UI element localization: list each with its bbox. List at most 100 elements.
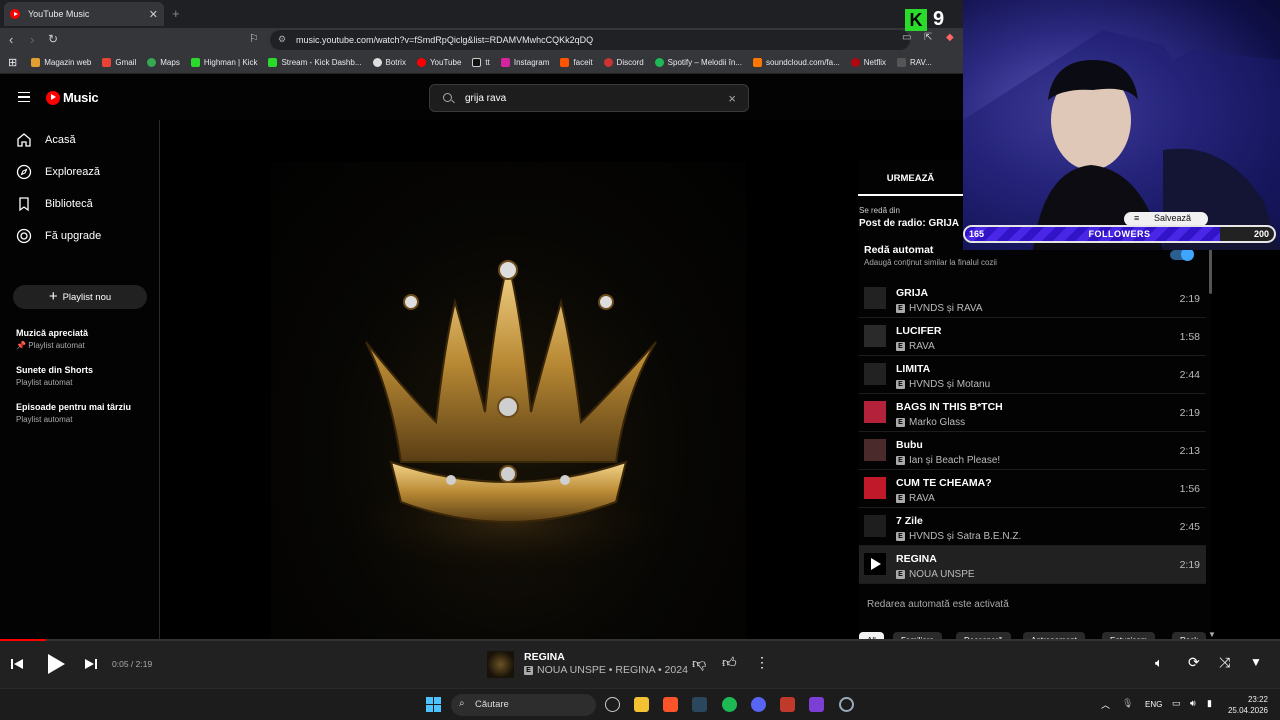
previous-icon[interactable]	[10, 657, 24, 671]
bookmark-item[interactable]: Highman | Kick	[190, 58, 257, 67]
discord-icon[interactable]	[751, 697, 766, 712]
steam-icon[interactable]	[692, 697, 707, 712]
bookmark-item[interactable]: Discord	[603, 58, 644, 67]
queue-row-active[interactable]: REGINA E NOUA UNSPE 2:19	[859, 546, 1206, 584]
network-icon[interactable]: ▭	[1172, 698, 1181, 709]
bookmark-item[interactable]: Stream - Kick Dashb...	[268, 58, 362, 67]
sidebar-item-home[interactable]: Acasă	[16, 132, 76, 148]
playlist-item[interactable]: Episoade pentru mai târziu Playlist auto…	[16, 402, 131, 424]
battery-icon[interactable]: ▮	[1207, 698, 1212, 709]
play-icon[interactable]	[44, 652, 68, 676]
tab-up-next[interactable]: URMEAZĂ	[858, 160, 963, 196]
windows-start-icon[interactable]	[426, 697, 441, 712]
bookmark-item[interactable]: Magazin web	[31, 58, 91, 67]
share-icon[interactable]: ⇱	[924, 32, 932, 43]
bookmark-item[interactable]: Botrix	[372, 58, 406, 67]
next-icon[interactable]	[84, 657, 98, 671]
reload-icon[interactable]: ↻	[48, 32, 58, 46]
queue-row[interactable]: LUCIFER E RAVA 1:58	[859, 318, 1206, 356]
track-artist[interactable]: RAVA	[909, 493, 935, 504]
bookmark-item[interactable]: faceit	[560, 58, 593, 67]
microphone-icon[interactable]: 🎙︎	[1122, 698, 1133, 709]
bookmark-item[interactable]: tt	[472, 58, 490, 67]
queue-row[interactable]: BAGS IN THIS B*TCH E Marko Glass 2:19	[859, 394, 1206, 432]
cast-icon[interactable]: ▭	[902, 32, 911, 43]
bookmark-item[interactable]: Netflix	[850, 58, 886, 67]
ytm-logo[interactable]: Music	[46, 90, 99, 105]
sidebar-item-library[interactable]: Bibliotecă	[16, 196, 93, 212]
dislike-icon[interactable]: 👎︎	[692, 655, 706, 672]
save-button[interactable]: ≡ Salvează	[1124, 212, 1208, 226]
track-artist[interactable]: Marko Glass	[909, 417, 965, 428]
chevron-up-icon[interactable]: ︿	[1101, 698, 1110, 711]
play-icon[interactable]	[864, 553, 886, 575]
track-artist[interactable]: RAVA	[909, 341, 935, 352]
track-thumbnail	[864, 401, 886, 423]
new-tab-icon[interactable]: +	[172, 6, 180, 21]
url-bar[interactable]: ⚙ music.youtube.com/watch?v=fSmdRpQiclg&…	[270, 30, 910, 50]
sidebar-item-upgrade[interactable]: Fă upgrade	[16, 228, 101, 244]
back-icon[interactable]: ‹	[9, 32, 13, 47]
more-options-icon[interactable]: ⋮	[755, 654, 769, 671]
clear-search-icon[interactable]: ×	[728, 91, 736, 106]
search-input[interactable]: grija rava ×	[429, 84, 749, 112]
track-title: Bubu	[896, 439, 923, 451]
now-playing-title[interactable]: REGINA	[524, 651, 565, 663]
track-artist[interactable]: HVNDS și Satra B.E.N.Z.	[909, 531, 1021, 542]
app-icon[interactable]	[780, 697, 795, 712]
plus-icon: +	[48, 287, 58, 305]
queue-row[interactable]: 7 Zile E HVNDS și Satra B.E.N.Z. 2:45	[859, 508, 1206, 546]
bookmark-item[interactable]: Maps	[147, 58, 180, 67]
settings-icon[interactable]	[839, 697, 854, 712]
forward-icon[interactable]: ›	[30, 32, 34, 47]
clock[interactable]: 23:22 25.04.2026	[1228, 694, 1268, 716]
expand-player-icon[interactable]: ▼	[1250, 655, 1262, 669]
bookmark-item[interactable]: YouTube	[416, 58, 461, 67]
repeat-icon[interactable]: ⟳	[1188, 654, 1200, 671]
chevron-down-icon[interactable]: ▼	[1208, 630, 1216, 639]
hamburger-menu-icon[interactable]	[18, 92, 30, 102]
bookmark-item[interactable]: RAV...	[897, 58, 932, 67]
shuffle-icon[interactable]: ⤨	[1219, 654, 1230, 671]
bookmark-item[interactable]: Instagram	[500, 58, 549, 67]
sidebar-item-label: Explorează	[45, 166, 101, 178]
queue-row[interactable]: GRIJA E HVNDS și RAVA 2:19	[859, 280, 1206, 318]
now-playing-meta[interactable]: NOUA UNSPE • REGINA • 2024	[537, 664, 688, 676]
volume-icon[interactable]: 🔊︎	[1190, 698, 1196, 709]
queue-row[interactable]: CUM TE CHEAMA? E RAVA 1:56	[859, 470, 1206, 508]
site-info-icon[interactable]: ⚙	[278, 34, 286, 45]
ytm-header: Music grija rava ×	[0, 74, 963, 120]
new-playlist-button[interactable]: + Playlist nou	[13, 285, 147, 309]
task-view-icon[interactable]	[605, 697, 620, 712]
save-label: Salvează	[1154, 213, 1192, 223]
tab-close-icon[interactable]: ✕	[149, 8, 158, 21]
queue-row[interactable]: LIMITA E HVNDS și Motanu 2:44	[859, 356, 1206, 394]
language-indicator[interactable]: ENG	[1145, 700, 1162, 709]
playlist-item[interactable]: Muzică apreciată 📌 Playlist automat	[16, 328, 88, 350]
sidebar-item-explore[interactable]: Explorează	[16, 164, 100, 180]
file-explorer-icon[interactable]	[634, 697, 649, 712]
apps-grid-icon[interactable]: ⊞	[8, 56, 17, 69]
autoplay-toggle[interactable]	[1170, 248, 1194, 261]
app-icon[interactable]	[809, 697, 824, 712]
brave-browser-icon[interactable]	[663, 697, 678, 712]
brave-shield-icon[interactable]: ◆	[946, 32, 954, 43]
track-artist[interactable]: HVNDS și Motanu	[909, 379, 990, 390]
volume-icon[interactable]: 🔈︎	[1155, 655, 1163, 671]
queue-row[interactable]: Bubu E Ian și Beach Please! 2:13	[859, 432, 1206, 470]
bookmark-item[interactable]: Spotify – Melodii în...	[654, 58, 742, 67]
taskbar-search[interactable]: ⌕ Căutare	[451, 694, 596, 716]
like-icon[interactable]: 👍︎	[722, 654, 737, 671]
track-artist[interactable]: HVNDS și RAVA	[909, 303, 983, 314]
track-artist[interactable]: NOUA UNSPE	[909, 569, 975, 580]
explicit-badge: E	[896, 532, 905, 541]
spotify-icon[interactable]	[722, 697, 737, 712]
playlist-item[interactable]: Sunete din Shorts Playlist automat	[16, 365, 93, 387]
bookmark-item[interactable]: Gmail	[102, 58, 136, 67]
home-icon	[17, 133, 31, 147]
bookmark-item[interactable]: soundcloud.com/fa...	[752, 58, 840, 67]
track-artist[interactable]: Ian și Beach Please!	[909, 455, 1000, 466]
bookmark-icon[interactable]: ⚐	[249, 32, 259, 45]
browser-tab[interactable]: YouTube Music ✕	[4, 2, 164, 26]
track-thumbnail	[864, 363, 886, 385]
